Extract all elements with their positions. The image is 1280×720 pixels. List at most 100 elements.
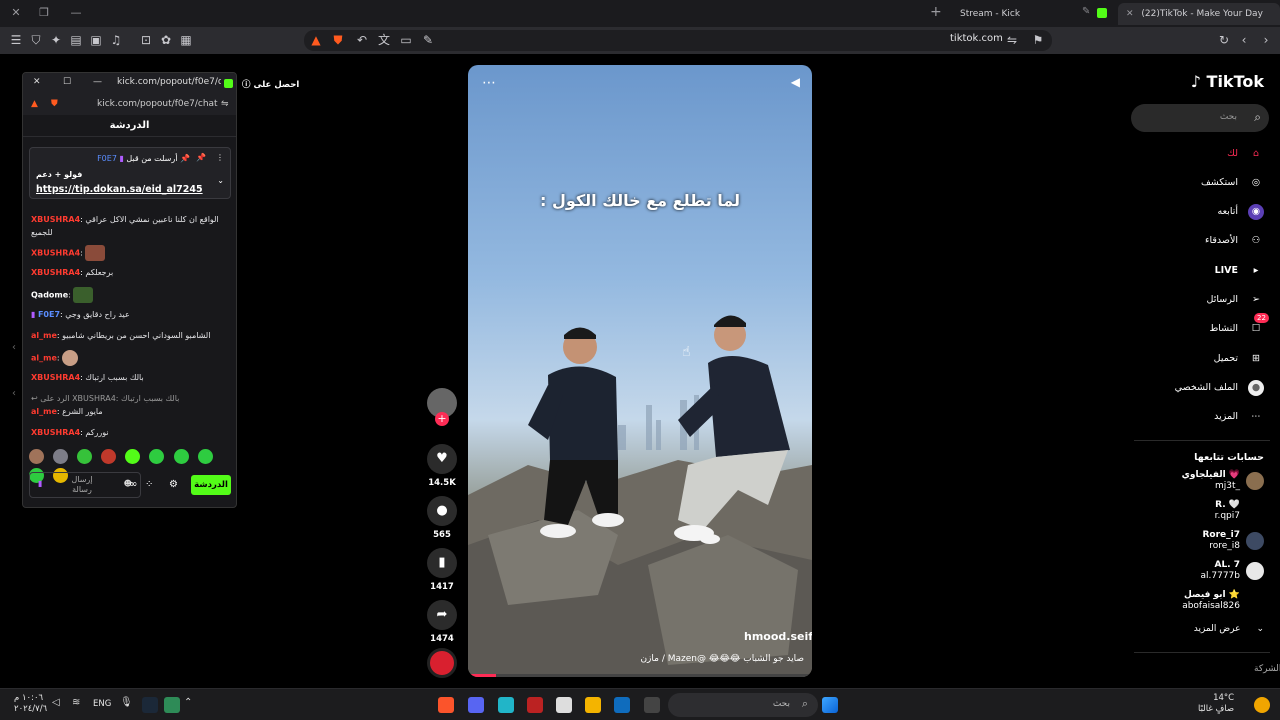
account-item[interactable]: AL. 7 al.7777b <box>1201 560 1264 582</box>
close-window-icon[interactable]: ✕ <box>8 5 24 21</box>
video-author[interactable]: hmood.seif <box>744 630 812 643</box>
account-item[interactable]: Rore_i7 rore_i8 <box>1202 530 1264 552</box>
save-button[interactable]: ▮ 1417 <box>424 548 460 592</box>
emote-icon[interactable] <box>149 449 165 464</box>
chat-message[interactable]: Qadome: <box>31 287 226 308</box>
translate-icon[interactable]: 文 <box>376 32 392 48</box>
account-item[interactable]: R. 🤍 r.qpi7 <box>1215 500 1240 522</box>
comment-button[interactable]: ● 565 <box>424 496 460 540</box>
steam-icon[interactable] <box>142 697 158 713</box>
brave-shields-icon[interactable]: ⛊ <box>51 99 58 109</box>
brave-shields-icon[interactable]: ⛊ <box>330 32 346 48</box>
nav-messages[interactable]: الرسائل ➢ <box>1207 290 1264 310</box>
follow-plus-icon[interactable]: + <box>435 412 449 426</box>
video-player[interactable]: ⋯ ◀ لما تطلع مع خالك الكول : hmood.seif … <box>468 65 812 677</box>
nav-explore[interactable]: استكشف ◎ <box>1201 173 1264 193</box>
taskview-icon[interactable] <box>644 697 660 713</box>
brave-rewards-icon[interactable]: ▲ <box>308 32 324 48</box>
chat-message[interactable]: al_me: مايور الشرع <box>31 405 226 426</box>
emote-icon[interactable] <box>53 449 69 464</box>
tab-tiktok[interactable]: ✕ (22)TikTok - Make Your Day <box>1118 3 1280 25</box>
chevron-up-icon[interactable]: ⌃ <box>184 697 200 713</box>
taskbar-search[interactable]: بحث ⌕ <box>668 693 818 717</box>
chat-message[interactable]: XBUSHRA4: بالك بسبب ارتباك <box>31 371 226 392</box>
like-button[interactable]: ♥ 14.5K <box>424 444 460 488</box>
reload-page-icon[interactable]: ↶ <box>354 32 370 48</box>
discord-icon[interactable] <box>468 697 484 713</box>
site-settings-icon[interactable]: ⇋ <box>221 99 229 109</box>
music-disc[interactable] <box>424 648 460 678</box>
chat-message[interactable]: XBUSHRA4: <box>31 245 226 266</box>
music-icon[interactable]: ♫ <box>108 32 124 48</box>
bookmarks-icon[interactable]: ✦ <box>48 32 64 48</box>
sidebar-icon[interactable]: ▣ <box>88 32 104 48</box>
forward-icon[interactable]: › <box>1258 32 1274 48</box>
edit-icon[interactable]: ✎ <box>420 32 436 48</box>
chat-input[interactable]: ▮ إرسال رسالة ☻ <box>29 472 141 498</box>
emote-icon[interactable] <box>101 449 117 464</box>
video-progress-bar[interactable] <box>468 674 812 677</box>
footer-company-link[interactable]: الشركة <box>1254 664 1280 674</box>
microphone-icon[interactable]: 🎙 <box>120 697 136 713</box>
see-more-link[interactable]: عرض المزيد ⌄ <box>1194 624 1264 635</box>
weather-widget[interactable]: 14°C صافٍ غالبًا <box>1198 693 1234 715</box>
chat-message[interactable]: ▮ F0E7: عيد راح دقايق وجي <box>31 308 226 329</box>
search-input[interactable]: بحث ⌕ <box>1131 104 1269 132</box>
shield-icon[interactable]: ⛉ <box>28 32 44 48</box>
emote-icon[interactable] <box>29 449 44 464</box>
brave-rewards-icon[interactable]: ▲ <box>31 99 38 109</box>
brave-icon[interactable] <box>438 697 454 713</box>
emote-icon[interactable] <box>173 449 189 464</box>
cast-icon[interactable]: ▭ <box>398 32 414 48</box>
pinned-link[interactable]: https://tip.dokan.sa/eid_al7245 <box>36 184 203 195</box>
volume-icon[interactable]: ◁ <box>52 697 68 713</box>
nav-more[interactable]: المزيد ⋯ <box>1214 407 1264 427</box>
app-icon[interactable] <box>498 697 514 713</box>
popup-side-label[interactable]: ⓘ احصل على <box>242 78 299 90</box>
nav-for-you[interactable]: لك ⌂ <box>1227 144 1264 164</box>
nav-friends[interactable]: الأصدقاء ⚇ <box>1205 231 1264 251</box>
language-indicator[interactable]: ENG <box>93 699 111 709</box>
minimize-window-icon[interactable]: — <box>68 5 84 21</box>
account-item[interactable]: ابو فيصل ⭐ abofaisal826 <box>1182 590 1240 612</box>
maximize-popup-icon[interactable]: ☐ <box>63 77 71 87</box>
address-bar[interactable] <box>304 30 1052 51</box>
screenshot-icon[interactable]: ⊡ <box>138 32 154 48</box>
chevron-down-icon[interactable]: ⌄ <box>217 176 224 185</box>
site-settings-icon[interactable]: ⇋ <box>1004 32 1020 48</box>
new-tab-button[interactable]: + <box>930 4 942 20</box>
mouse-app-icon[interactable] <box>556 697 572 713</box>
chat-message[interactable]: XBUSHRA4: الواقع ان كلنا ناعبين نمشي الا… <box>31 213 226 245</box>
chat-message[interactable]: XBUSHRA4: برجعلكم <box>31 266 226 287</box>
share-button[interactable]: ➦ 1474 <box>424 600 460 644</box>
defender-icon[interactable] <box>164 697 180 713</box>
windows-start-icon[interactable] <box>822 697 838 713</box>
emote-icon[interactable] <box>125 449 141 464</box>
scroll-left-icon[interactable]: ‹ <box>12 342 22 356</box>
close-tab-icon[interactable]: ✕ <box>1126 9 1134 19</box>
infinity-icon[interactable]: ∞ <box>129 479 137 490</box>
reader-icon[interactable]: ▤ <box>68 32 84 48</box>
file-explorer-icon[interactable] <box>585 697 601 713</box>
restore-window-icon[interactable]: ❐ <box>36 5 52 21</box>
extensions-icon[interactable]: ✿ <box>158 32 174 48</box>
chat-message[interactable]: XBUSHRA4: نورركم <box>31 426 226 447</box>
pinned-message[interactable]: 📌 أرسلت من قبل ▮ F0E7 📌 ⋮ فولو + دعم htt… <box>29 147 231 199</box>
tab-kick-dashboard[interactable]: Stream - Kick Dashboard <box>952 3 1078 41</box>
scroll-left-icon[interactable]: ‹ <box>12 388 22 402</box>
pinned-menu-icon[interactable]: ⋮ <box>216 153 224 162</box>
video-app-icon[interactable] <box>527 697 543 713</box>
creator-avatar[interactable]: + <box>424 388 460 426</box>
menu-icon[interactable]: ☰ <box>8 32 24 48</box>
gear-icon[interactable]: ⚙ <box>169 479 178 490</box>
close-popup-icon[interactable]: ✕ <box>33 77 41 87</box>
nav-activity[interactable]: النشاط ☐ 22 <box>1209 313 1269 339</box>
wifi-icon[interactable]: ≋ <box>72 697 88 713</box>
back-icon[interactable]: ‹ <box>1236 32 1252 48</box>
chat-send-button[interactable]: الدردشة <box>191 475 231 495</box>
chat-message[interactable]: al_me: <box>31 350 226 371</box>
emote-icon[interactable] <box>77 449 93 464</box>
nav-profile[interactable]: الملف الشخصي ● <box>1175 378 1264 398</box>
clock[interactable]: ١٠:٠٦ م ٢٠٢٤/٧/٦ <box>14 693 47 715</box>
reload-icon[interactable]: ↻ <box>1216 32 1232 48</box>
